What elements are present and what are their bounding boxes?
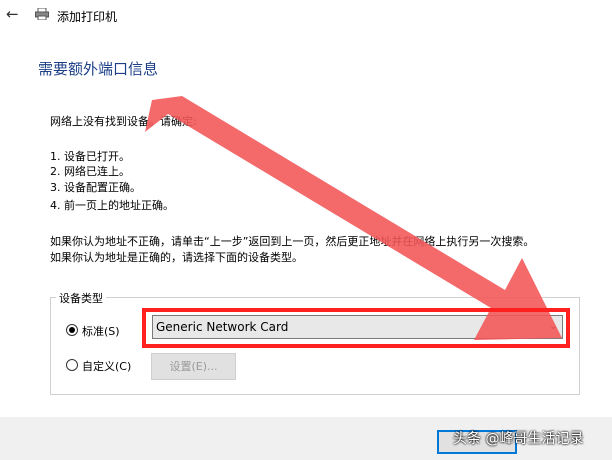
- highlight-box: [142, 308, 570, 348]
- watermark: 头条 @峰哥生活记录: [453, 431, 584, 447]
